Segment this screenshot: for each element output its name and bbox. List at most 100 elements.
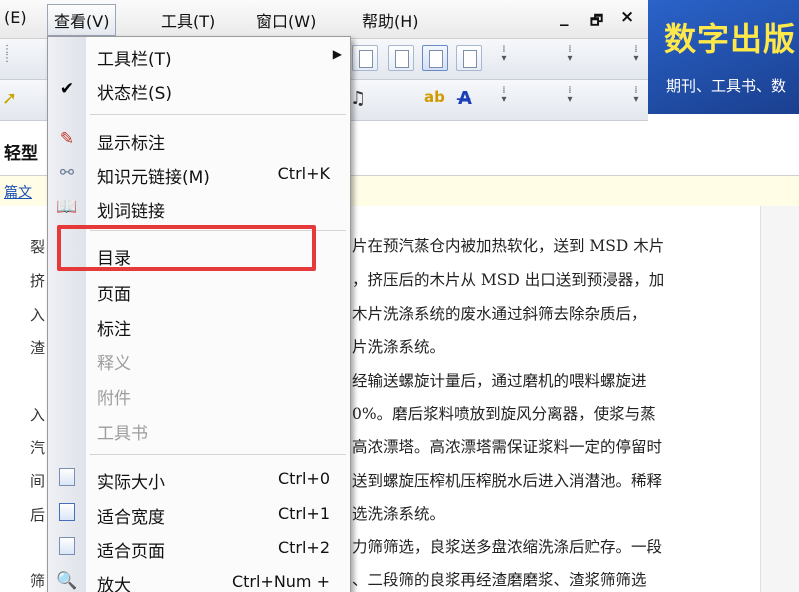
check-icon: ✔: [59, 79, 75, 99]
menu-item-label: 知识元链接(M): [97, 168, 210, 188]
menu-item-fit-page[interactable]: 适合页面 Ctrl+2: [48, 533, 350, 563]
text-fragment: 筛: [30, 572, 46, 590]
toolbar-grip[interactable]: ⁞ ▾: [566, 45, 574, 73]
music-note-icon[interactable]: ♫: [350, 88, 366, 109]
toolbar-grip[interactable]: ⁞ ▾: [632, 45, 640, 73]
text-line: 送到螺旋压榨机压榨脱水后进入消潜池。稀释: [352, 472, 663, 490]
fit-page-button[interactable]: [456, 45, 482, 71]
strikethrough-icon[interactable]: A̶: [458, 88, 472, 109]
text-line: 高浓漂塔。高浓漂塔需保证浆料一定的停留时: [352, 438, 663, 456]
menu-item-show-annotations[interactable]: ✎ 显示标注: [48, 125, 350, 155]
view-menu-dropdown: 工具栏(T) ▶ ✔ 状态栏(S) ✎ 显示标注 ⚯ 知识元链接(M) Ctrl…: [47, 36, 351, 592]
page-icon: [463, 50, 477, 68]
menu-item-label: 适合宽度: [97, 508, 165, 528]
text-fragment: 裂: [30, 238, 46, 256]
menu-item-label: 附件: [97, 389, 131, 409]
close-button[interactable]: ×: [620, 7, 634, 27]
menu-item-knowledge-link[interactable]: ⚯ 知识元链接(M) Ctrl+K: [48, 159, 350, 189]
text-fragment: 挤: [30, 272, 46, 290]
toolbar-grip[interactable]: ⋮ ⋮: [2, 45, 12, 73]
menu-item-shortcut: Ctrl+Num +: [231, 572, 330, 591]
vertical-scrollbar[interactable]: [760, 206, 799, 592]
menu-item-definitions: 释义: [48, 345, 350, 375]
text-fragment: 渣: [30, 339, 46, 357]
menu-item-label: 放大: [97, 576, 131, 592]
text-fragment: 入: [30, 306, 46, 324]
highlight-callout-box: [57, 225, 316, 271]
brand-title: 数字出版: [664, 20, 797, 58]
menu-item-fit-width[interactable]: 适合宽度 Ctrl+1: [48, 499, 350, 529]
menu-item-label: 实际大小: [97, 473, 165, 493]
highlight-text-icon[interactable]: ab: [424, 88, 445, 106]
hand-tool-icon[interactable]: ➚: [2, 88, 17, 109]
menu-item-label: 适合页面: [97, 542, 165, 562]
menu-bar: (E) 查看(V) 工具(T) 窗口(W) 帮助(H) _ 🗗 ×: [0, 0, 648, 39]
text-line: 0%。磨后浆料喷放到旋风分离器，使浆与蒸: [352, 405, 656, 423]
menu-item-shortcut: Ctrl+1: [277, 504, 330, 523]
menu-item-actual-size[interactable]: 实际大小 Ctrl+0: [48, 464, 350, 494]
text-line: 木片洗涤系统的废水通过斜筛去除杂质后，: [352, 305, 647, 323]
page-icon: [429, 50, 443, 68]
toolbar-grip[interactable]: ⁞ ▾: [566, 86, 574, 114]
menu-separator: [90, 454, 346, 455]
text-line: 经输送螺旋计量后，通过磨机的喂料螺旋进: [352, 372, 647, 390]
page-icon: [359, 50, 373, 68]
document-tab-link[interactable]: 篇文: [4, 182, 32, 202]
toolbar-button[interactable]: [352, 45, 378, 71]
zoom-in-icon: 🔍: [56, 571, 78, 591]
text-fragment: 入: [30, 406, 46, 424]
text-line: 片洗涤系统。: [352, 338, 446, 356]
menu-item-statusbar[interactable]: ✔ 状态栏(S): [48, 75, 350, 105]
menu-edit[interactable]: (E): [4, 8, 27, 27]
brand-subtitle: 期刊、工具书、数: [666, 77, 787, 95]
text-fragment: 汽: [30, 439, 46, 457]
document-title: 轻型: [4, 144, 38, 164]
menu-window[interactable]: 窗口(W): [256, 8, 316, 32]
menu-item-label: 划词链接: [97, 202, 165, 222]
menu-item-label: 释义: [97, 354, 131, 374]
brand-banner: 数字出版 期刊、工具书、数: [648, 0, 799, 114]
minimize-button[interactable]: _: [560, 7, 569, 27]
menu-item-reference-books: 工具书: [48, 415, 350, 445]
menu-separator: [90, 114, 346, 115]
menu-item-label: 页面: [97, 285, 131, 305]
text-line: ，挤压后的木片从 MSD 出口送到预浸器，加: [352, 271, 665, 289]
menu-item-label: 状态栏(S): [97, 84, 173, 104]
menu-item-word-link[interactable]: 📖 划词链接: [48, 193, 350, 223]
fit-width-button[interactable]: [422, 45, 448, 71]
text-fragment: 间: [30, 472, 46, 490]
menu-tools[interactable]: 工具(T): [161, 8, 215, 32]
menu-item-shortcut: Ctrl+K: [277, 164, 330, 183]
menu-item-label: 工具书: [97, 424, 148, 444]
single-page-button[interactable]: [388, 45, 414, 71]
menu-item-annotations[interactable]: 标注: [48, 311, 350, 341]
restore-button[interactable]: 🗗: [590, 10, 603, 34]
menu-item-shortcut: Ctrl+0: [277, 469, 330, 488]
menu-item-shortcut: Ctrl+2: [277, 538, 330, 557]
page-fit-width-icon: [56, 502, 78, 524]
book-icon: 📖: [56, 197, 78, 217]
menu-item-zoom-in[interactable]: 🔍 放大 Ctrl+Num +: [48, 567, 350, 592]
toolbar-grip[interactable]: ⁞ ▾: [632, 86, 640, 114]
menu-item-pages[interactable]: 页面: [48, 276, 350, 306]
menu-item-attachments: 附件: [48, 380, 350, 410]
annotation-icon: ✎: [59, 129, 75, 149]
text-fragment: 后: [30, 506, 46, 524]
text-line: 力筛筛选，良浆送多盘浓缩洗涤后贮存。一段: [352, 538, 663, 556]
text-line: 、二段筛的良浆再经渣磨磨浆、渣浆筛筛选: [352, 571, 647, 589]
menu-item-label: 显示标注: [97, 134, 165, 154]
page-actual-icon: [56, 467, 78, 489]
menu-view[interactable]: 查看(V): [47, 4, 117, 36]
toolbar-grip[interactable]: ⁞ ▾: [500, 45, 508, 73]
text-line: 片在预汽蒸仓内被加热软化，送到 MSD 木片: [352, 237, 665, 255]
menu-item-label: 工具栏(T): [97, 50, 172, 70]
submenu-arrow-icon: ▶: [332, 47, 342, 61]
menu-help[interactable]: 帮助(H): [362, 8, 419, 32]
page-fit-page-icon: [56, 536, 78, 558]
menu-item-label: 标注: [97, 320, 131, 340]
text-line: 选洗涤系统。: [352, 505, 446, 523]
menu-item-toolbars[interactable]: 工具栏(T) ▶: [48, 41, 350, 71]
app-window: (E) 查看(V) 工具(T) 窗口(W) 帮助(H) _ 🗗 × ⋮ ⋮ ⁞ ▾ …: [0, 0, 799, 592]
page-icon: [395, 50, 409, 68]
toolbar-grip[interactable]: ⁞ ▾: [500, 86, 508, 114]
